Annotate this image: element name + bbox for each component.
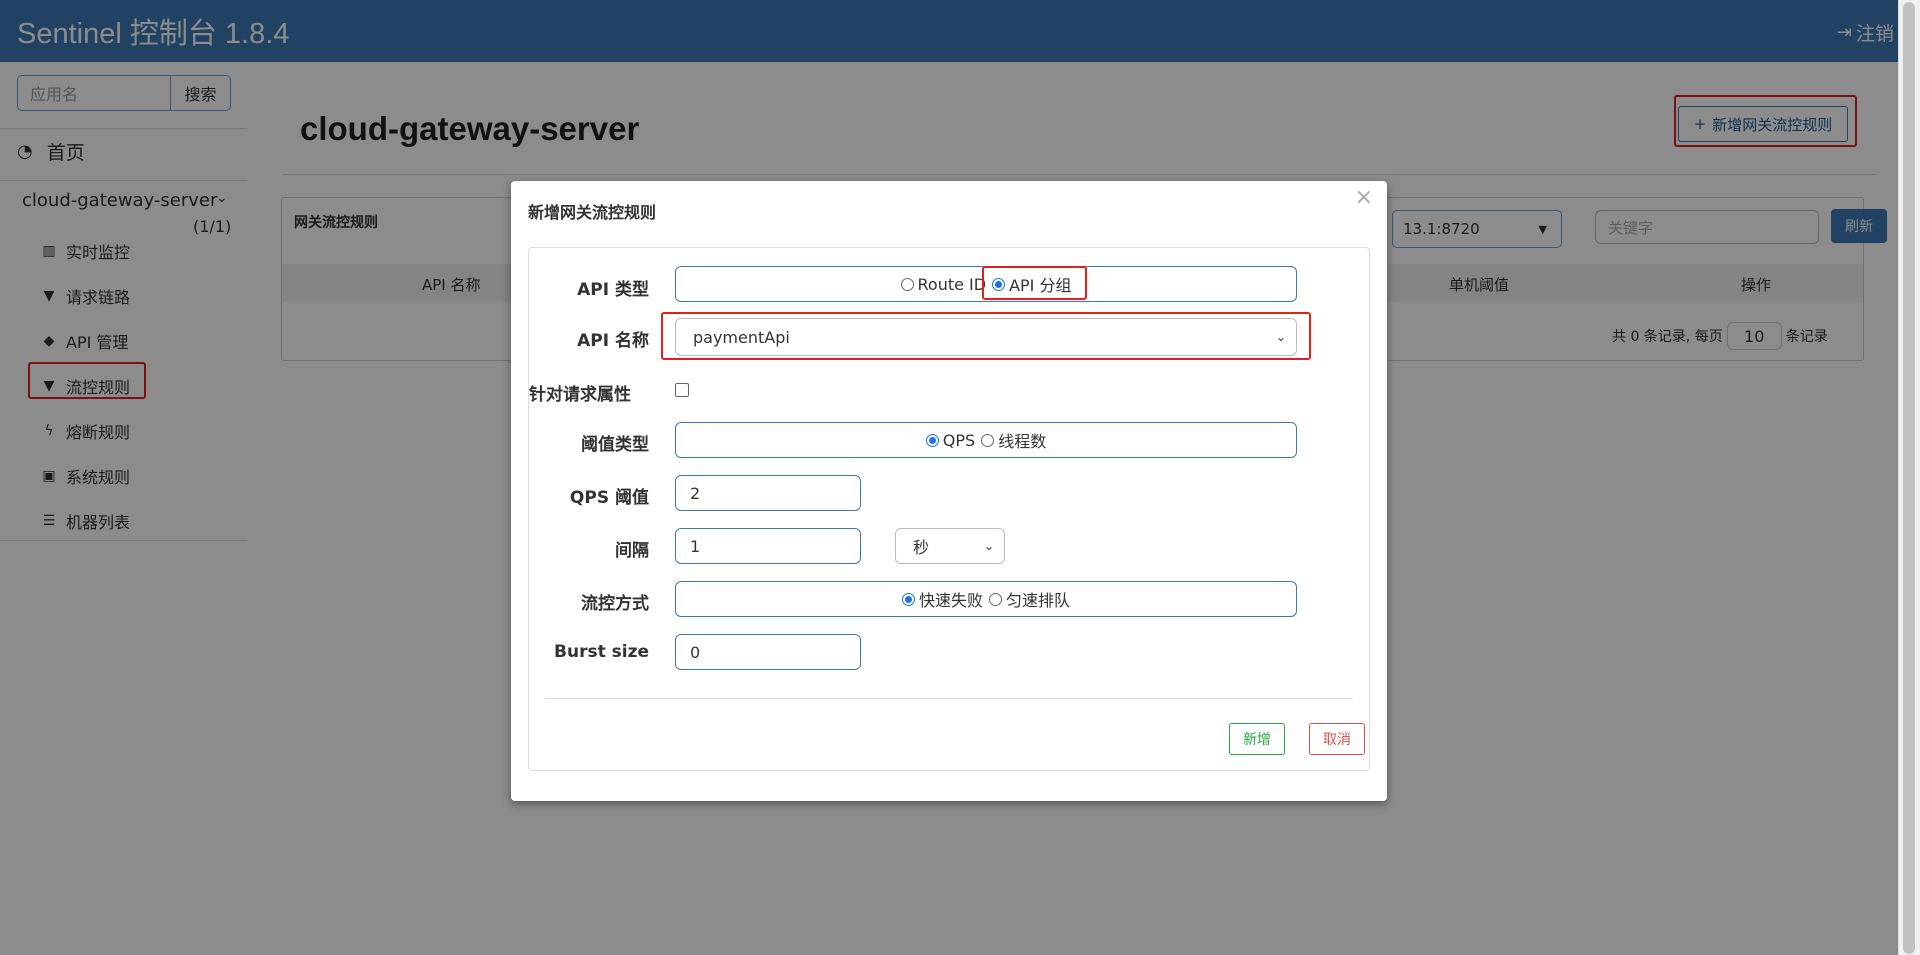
burst-size-label: Burst size <box>554 642 649 662</box>
request-attr-label: 针对请求属性 <box>529 385 631 405</box>
interval-unit-select[interactable]: 秒 ⌄ <box>895 528 1005 564</box>
control-mode-label: 流控方式 <box>581 594 649 614</box>
burst-size-input[interactable]: 0 <box>675 634 861 670</box>
radio-circle-checked <box>925 433 939 447</box>
radio-label: 线程数 <box>998 432 1047 451</box>
qps-threshold-input[interactable]: 2 <box>675 475 861 511</box>
radio-label: Route ID <box>917 274 987 294</box>
cancel-button[interactable]: 取消 <box>1309 723 1365 755</box>
api-name-label: API 名称 <box>577 331 649 351</box>
radio-circle-checked <box>901 592 915 606</box>
radio-qps[interactable]: QPS <box>925 430 976 450</box>
api-type-label: API 类型 <box>577 280 649 300</box>
interval-input[interactable]: 1 <box>675 528 861 564</box>
radio-thread-count[interactable]: 线程数 <box>981 428 1046 452</box>
add-rule-dialog: 新增网关流控规则 × API 类型 Route ID API 分组 API 名称… <box>511 181 1387 801</box>
radio-rate-limiter[interactable]: 匀速排队 <box>989 587 1070 611</box>
threshold-type-radio-group: QPS 线程数 <box>675 422 1297 458</box>
radio-circle <box>989 592 1002 606</box>
radio-circle <box>981 433 995 447</box>
divider <box>545 698 1353 699</box>
interval-label: 间隔 <box>615 541 649 561</box>
highlight-box <box>661 312 1311 360</box>
radio-label: 匀速排队 <box>1006 591 1071 610</box>
radio-route-id[interactable]: Route ID <box>900 274 987 294</box>
radio-circle <box>900 277 914 291</box>
interval-unit-value: 秒 <box>913 538 930 557</box>
request-attr-checkbox[interactable] <box>675 383 689 397</box>
scrollbar-thumb[interactable] <box>1903 2 1915 954</box>
confirm-add-button[interactable]: 新增 <box>1229 723 1285 755</box>
dialog-title: 新增网关流控规则 <box>528 203 657 222</box>
highlight-box <box>982 266 1087 300</box>
dialog-form: API 类型 Route ID API 分组 API 名称 paymentApi… <box>528 247 1370 771</box>
radio-label: 快速失败 <box>918 591 983 610</box>
qps-threshold-label: QPS 阈值 <box>569 488 649 508</box>
control-mode-radio-group: 快速失败 匀速排队 <box>675 581 1297 617</box>
radio-fail-fast[interactable]: 快速失败 <box>901 587 983 611</box>
threshold-type-label: 阈值类型 <box>581 435 649 455</box>
chevron-down-icon: ⌄ <box>983 539 994 553</box>
radio-label: QPS <box>942 430 976 450</box>
close-icon[interactable]: × <box>1355 185 1373 210</box>
